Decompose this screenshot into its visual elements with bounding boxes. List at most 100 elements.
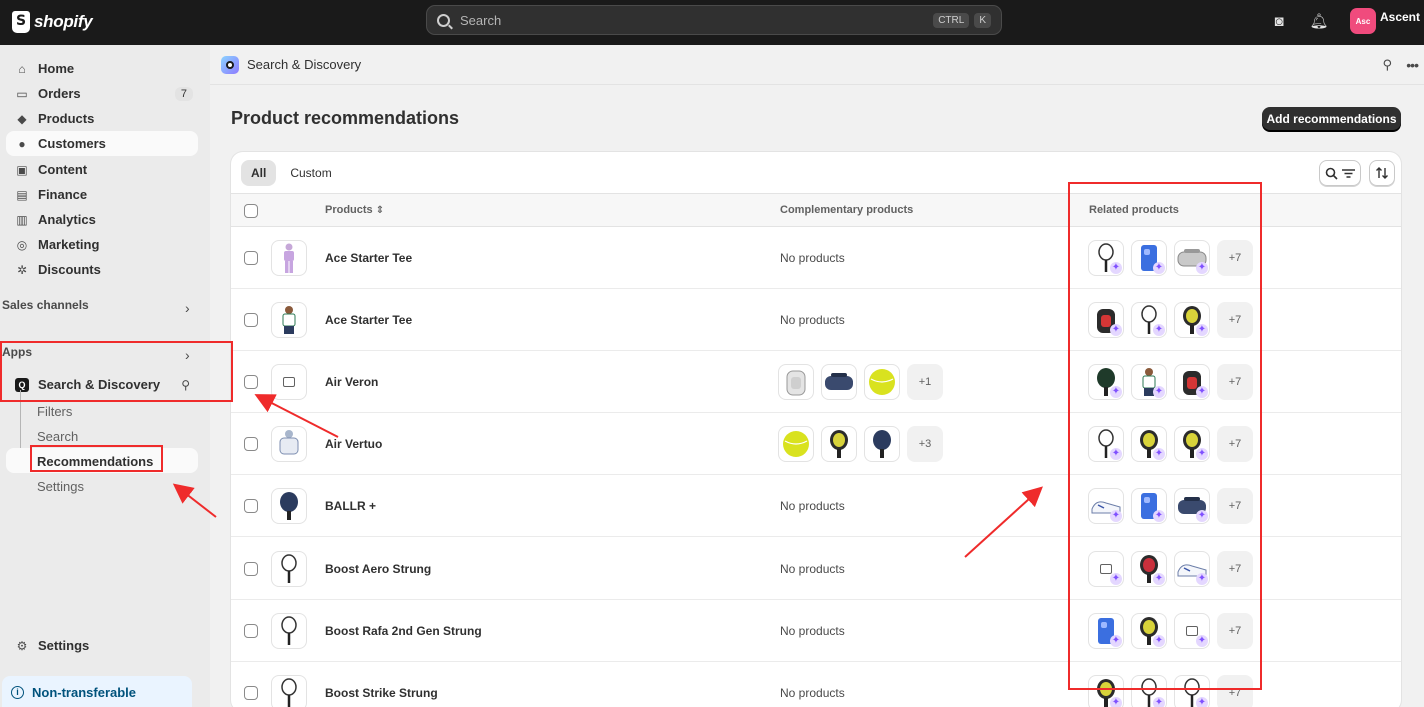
related-product-thumbnail[interactable]: ✦: [1174, 675, 1210, 707]
search-filter-button[interactable]: [1319, 160, 1361, 186]
row-checkbox[interactable]: [244, 499, 258, 513]
sidebar-item-discounts[interactable]: ✲ Discounts: [6, 257, 198, 282]
sidebar-item-marketing[interactable]: ◎ Marketing: [6, 232, 198, 257]
sidekick-icon[interactable]: ◙: [1270, 12, 1288, 30]
sidebar-item-analytics[interactable]: ▥ Analytics: [6, 207, 198, 232]
complementary-product-thumbnail[interactable]: [778, 364, 814, 400]
sidebar-item-customers[interactable]: ● Customers: [6, 131, 198, 156]
related-product-thumbnail[interactable]: ✦: [1088, 488, 1124, 524]
apps-heading[interactable]: Apps: [2, 345, 32, 359]
row-checkbox[interactable]: [244, 313, 258, 327]
sidebar-item-content[interactable]: ▣ Content: [6, 157, 198, 182]
more-actions-icon[interactable]: •••: [1406, 57, 1419, 73]
product-name[interactable]: BALLR +: [325, 499, 376, 513]
complementary-product-thumbnail[interactable]: [821, 364, 857, 400]
product-name[interactable]: Boost Strike Strung: [325, 686, 438, 700]
row-checkbox[interactable]: [244, 251, 258, 265]
related-product-thumbnail[interactable]: ✦: [1088, 551, 1124, 587]
table-row[interactable]: Ace Starter Tee No products ✦ ✦ ✦ +7: [231, 289, 1401, 351]
more-related-count[interactable]: +7: [1217, 488, 1253, 524]
more-related-count[interactable]: +7: [1217, 613, 1253, 649]
table-row[interactable]: BALLR + No products ✦ ✦ ✦ +7: [231, 475, 1401, 537]
sidebar-subitem-recommendations[interactable]: Recommendations: [37, 454, 153, 469]
more-related-count[interactable]: +7: [1217, 302, 1253, 338]
product-name[interactable]: Boost Rafa 2nd Gen Strung: [325, 624, 482, 638]
related-product-thumbnail[interactable]: ✦: [1174, 551, 1210, 587]
related-product-thumbnail[interactable]: ✦: [1131, 240, 1167, 276]
avatar[interactable]: Asc: [1349, 8, 1376, 34]
bell-icon[interactable]: 🔔︎: [1309, 12, 1328, 30]
row-checkbox[interactable]: [244, 686, 258, 700]
sidebar-item-home[interactable]: ⌂ Home: [6, 56, 198, 81]
tab-custom[interactable]: Custom: [280, 160, 341, 186]
related-product-thumbnail[interactable]: ✦: [1088, 426, 1124, 462]
add-recommendations-button[interactable]: Add recommendations: [1262, 107, 1401, 131]
more-related-count[interactable]: +7: [1217, 426, 1253, 462]
row-checkbox[interactable]: [244, 375, 258, 389]
product-name[interactable]: Air Veron: [325, 375, 378, 389]
row-checkbox[interactable]: [244, 624, 258, 638]
more-related-count[interactable]: +7: [1217, 551, 1253, 587]
table-row[interactable]: Ace Starter Tee No products ✦ ✦ ✦ +7: [231, 227, 1401, 289]
sidebar-subitem-filters[interactable]: Filters: [37, 404, 72, 419]
related-product-thumbnail[interactable]: ✦: [1131, 551, 1167, 587]
related-product-thumbnail[interactable]: ✦: [1174, 302, 1210, 338]
more-related-count[interactable]: +7: [1217, 240, 1253, 276]
table-row[interactable]: Air Vertuo +3 ✦ ✦ ✦ +7: [231, 413, 1401, 475]
sidebar-item-search-discovery[interactable]: Q Search & Discovery ⚲: [6, 372, 198, 397]
table-row[interactable]: Boost Strike Strung No products ✦ ✦ ✦ +7: [231, 662, 1401, 707]
related-product-thumbnail[interactable]: ✦: [1174, 240, 1210, 276]
related-product-thumbnail[interactable]: ✦: [1088, 675, 1124, 707]
related-product-thumbnail[interactable]: ✦: [1131, 675, 1167, 707]
product-name[interactable]: Air Vertuo: [325, 437, 382, 451]
global-search-bar[interactable]: Search CTRL K: [426, 5, 1002, 35]
related-product-thumbnail[interactable]: ✦: [1131, 488, 1167, 524]
pin-icon[interactable]: ⚲: [1382, 57, 1392, 73]
row-checkbox[interactable]: [244, 437, 258, 451]
shopify-logo[interactable]: shopify: [12, 10, 93, 34]
sidebar-subitem-search[interactable]: Search: [37, 429, 78, 444]
store-notice[interactable]: i Non-transferable: [2, 676, 192, 707]
product-name[interactable]: Boost Aero Strung: [325, 562, 431, 576]
related-product-thumbnail[interactable]: ✦: [1131, 426, 1167, 462]
complementary-product-thumbnail[interactable]: [864, 426, 900, 462]
chevron-right-icon[interactable]: ›: [185, 300, 190, 316]
related-product-thumbnail[interactable]: ✦: [1174, 426, 1210, 462]
sidebar-item-settings[interactable]: ⚙ Settings: [6, 633, 198, 658]
sales-channels-heading[interactable]: Sales channels: [2, 298, 89, 312]
product-name[interactable]: Ace Starter Tee: [325, 251, 412, 265]
related-product-thumbnail[interactable]: ✦: [1088, 302, 1124, 338]
more-complementary-count[interactable]: +3: [907, 426, 943, 462]
related-product-thumbnail[interactable]: ✦: [1131, 302, 1167, 338]
pin-icon[interactable]: ⚲: [181, 378, 190, 392]
row-checkbox[interactable]: [244, 562, 258, 576]
related-product-thumbnail[interactable]: ✦: [1174, 364, 1210, 400]
more-related-count[interactable]: +7: [1217, 364, 1253, 400]
sidebar-item-finance[interactable]: ▤ Finance: [6, 182, 198, 207]
related-product-thumbnail[interactable]: ✦: [1088, 240, 1124, 276]
related-product-thumbnail[interactable]: ✦: [1174, 613, 1210, 649]
sidebar-item-products[interactable]: ◆ Products: [6, 106, 198, 131]
related-product-thumbnail[interactable]: ✦: [1088, 613, 1124, 649]
select-all-checkbox[interactable]: [244, 204, 258, 218]
store-name[interactable]: Ascent: [1380, 10, 1420, 24]
related-product-thumbnail[interactable]: ✦: [1131, 613, 1167, 649]
sidebar-item-orders[interactable]: ▭ Orders 7: [6, 81, 198, 106]
related-product-thumbnail[interactable]: ✦: [1174, 488, 1210, 524]
more-related-count[interactable]: +7: [1217, 675, 1253, 707]
complementary-product-thumbnail[interactable]: [778, 426, 814, 462]
more-complementary-count[interactable]: +1: [907, 364, 943, 400]
chevron-right-icon[interactable]: ›: [185, 347, 190, 363]
table-row[interactable]: Air Veron +1 ✦ ✦ ✦ +7: [231, 351, 1401, 413]
sidebar-subitem-settings[interactable]: Settings: [37, 479, 84, 494]
related-product-thumbnail[interactable]: ✦: [1088, 364, 1124, 400]
table-row[interactable]: Boost Aero Strung No products ✦ ✦ ✦ +7: [231, 538, 1401, 600]
sort-button[interactable]: [1369, 160, 1395, 186]
complementary-product-thumbnail[interactable]: [864, 364, 900, 400]
complementary-product-thumbnail[interactable]: [821, 426, 857, 462]
column-products[interactable]: Products ⇕: [325, 204, 384, 216]
related-product-thumbnail[interactable]: ✦: [1131, 364, 1167, 400]
tab-all[interactable]: All: [241, 160, 277, 186]
table-row[interactable]: Boost Rafa 2nd Gen Strung No products ✦ ✦ ✦ +…: [231, 600, 1401, 662]
product-name[interactable]: Ace Starter Tee: [325, 313, 412, 327]
